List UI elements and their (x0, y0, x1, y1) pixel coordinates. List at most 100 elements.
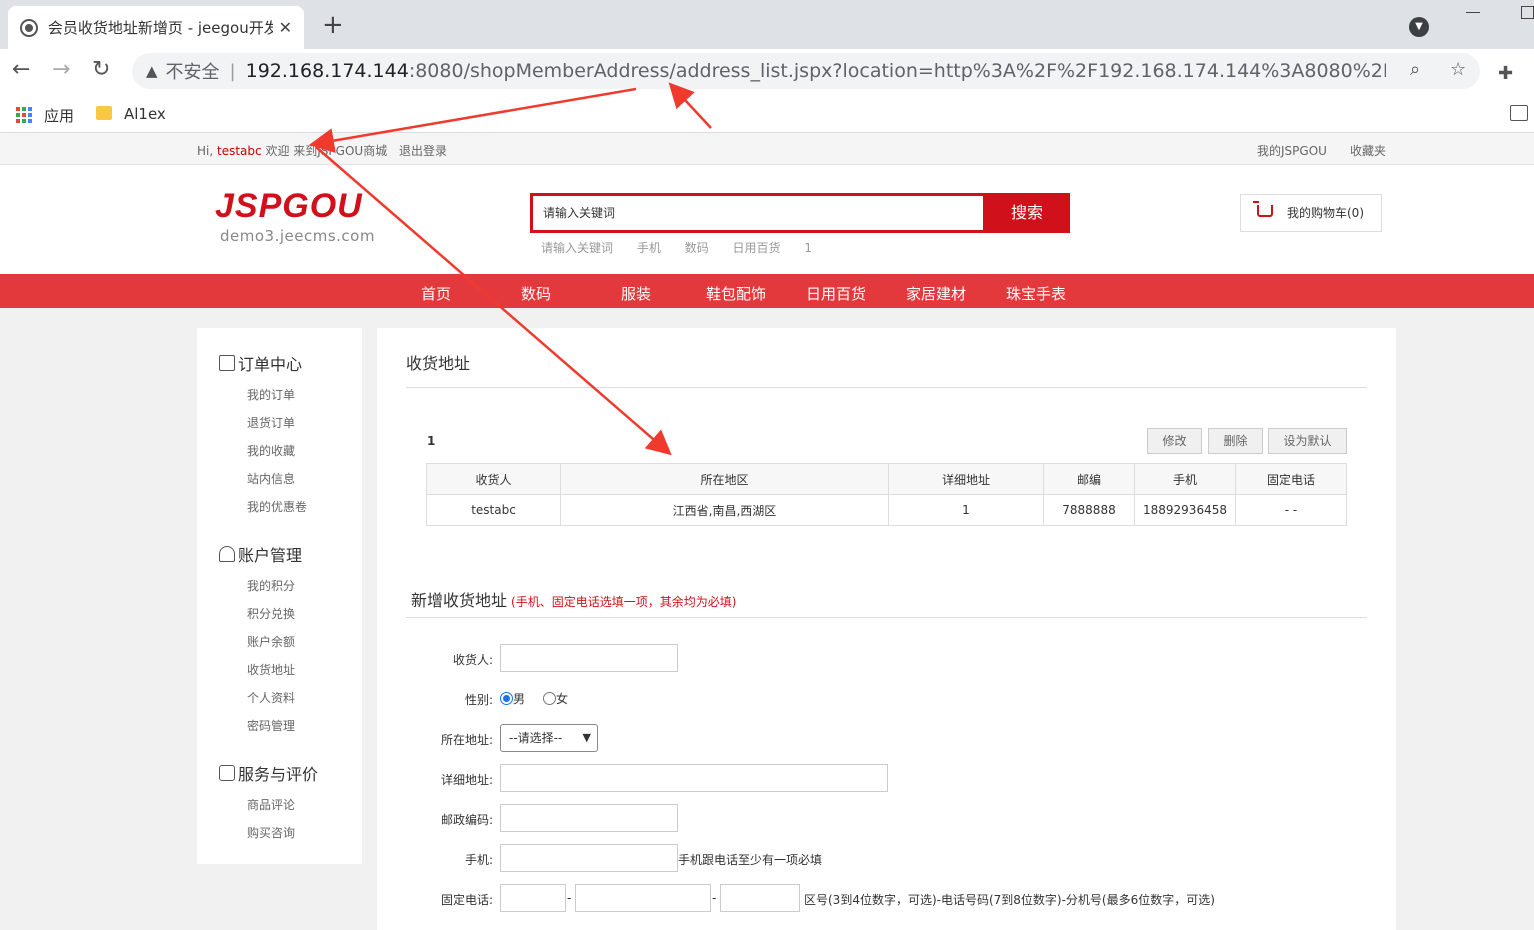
extensions-icon[interactable]: ✚ (1498, 63, 1513, 84)
table-cell: testabc (426, 494, 561, 526)
search-button[interactable]: 搜索 (984, 193, 1070, 233)
maximize-icon[interactable] (1521, 6, 1534, 19)
radio-icon[interactable] (543, 692, 556, 705)
gender-male-option[interactable]: 男 (500, 690, 525, 707)
detail-address-input[interactable] (500, 764, 888, 792)
back-icon[interactable]: ← (12, 57, 30, 83)
receiver-input[interactable] (500, 644, 678, 672)
sidebar-group-orders: 订单中心 (219, 351, 302, 375)
table-cell: 7888888 (1043, 494, 1135, 526)
new-address-title: 新增收货地址 (手机、固定电话选填一项，其余均为必填) (411, 587, 736, 611)
phone-dash: - (567, 891, 572, 905)
hot-word[interactable]: 日用百货 (733, 241, 781, 255)
hot-word[interactable]: 数码 (685, 241, 709, 255)
forward-icon[interactable]: → (52, 57, 70, 83)
page-title: 收货地址 (406, 354, 471, 373)
site-domain: demo3.jeecms.com (220, 227, 375, 245)
omnibox[interactable]: ▲ 不安全 | 192.168.174.144:8080/shopMemberA… (132, 53, 1480, 89)
sidebar-item-coupons[interactable]: 我的优惠卷 (247, 498, 307, 515)
main-nav: 首页 数码 服装 鞋包配饰 日用百货 家居建材 珠宝手表 (0, 274, 1534, 308)
column-header: 收货人 (426, 463, 561, 495)
site-header: JSPGOU demo3.jeecms.com 请输入关键词 搜索 请输入关键词… (0, 165, 1534, 274)
sidebar-item-points[interactable]: 我的积分 (247, 577, 295, 594)
hot-word[interactable]: 请输入关键词 (541, 241, 613, 255)
set-default-button[interactable]: 设为默认 (1268, 428, 1347, 454)
cart-button[interactable]: 我的购物车(0) (1240, 194, 1382, 232)
url-text[interactable]: 192.168.174.144:8080/shopMemberAddress/a… (246, 60, 1386, 82)
address-content: 收货地址 1 修改 删除 设为默认 收货人 所在地区 详细地址 邮编 手机 固定… (377, 328, 1396, 930)
sidebar-item-my-orders[interactable]: 我的订单 (247, 386, 295, 403)
logout-link[interactable]: 退出登录 (399, 142, 447, 159)
sidebar-item-favorites[interactable]: 我的收藏 (247, 442, 295, 459)
hot-word[interactable]: 手机 (637, 241, 661, 255)
order-icon (219, 355, 235, 371)
phone-number-input[interactable] (575, 884, 711, 912)
my-account-link[interactable]: 我的JSPGOU (1257, 142, 1327, 159)
star-icon[interactable]: ☆ (1450, 59, 1466, 80)
chevron-down-icon: ▼ (582, 731, 591, 744)
table-row[interactable]: testabc 江西省,南昌,西湖区 1 7888888 18892936458… (426, 494, 1347, 526)
apps-icon[interactable] (16, 107, 32, 123)
insecure-label[interactable]: 不安全 (166, 58, 220, 84)
reload-icon[interactable]: ↻ (92, 57, 110, 83)
delete-button[interactable]: 删除 (1208, 428, 1263, 454)
nav-item-jewelry[interactable]: 珠宝手表 (1006, 283, 1066, 304)
browser-tab[interactable]: 会员收货地址新增页 - jeegou开发 ✕ (8, 6, 304, 49)
minimize-icon[interactable] (1466, 12, 1480, 13)
favorites-link[interactable]: 收藏夹 (1350, 142, 1386, 159)
sidebar-item-balance[interactable]: 账户余额 (247, 633, 295, 650)
sidebar-item-inquiries[interactable]: 购买咨询 (247, 824, 295, 841)
edit-button[interactable]: 修改 (1147, 428, 1202, 454)
zip-label: 邮政编码: (440, 813, 493, 827)
nav-item-clothing[interactable]: 服装 (621, 283, 651, 304)
zoom-icon[interactable]: ⌕ (1410, 59, 1420, 80)
tab-search-icon[interactable]: ▼ (1409, 17, 1429, 37)
warning-icon[interactable]: ▲ (146, 62, 158, 80)
gender-label: 性别: (464, 693, 493, 707)
new-address-heading: 新增收货地址 (411, 591, 508, 610)
member-sidebar: 订单中心 我的订单 退货订单 我的收藏 站内信息 我的优惠卷 账户管理 我的积分… (197, 328, 362, 864)
sidebar-item-returns[interactable]: 退货订单 (247, 414, 295, 431)
radio-checked-icon[interactable] (500, 692, 513, 705)
region-select[interactable]: --请选择-- ▼ (500, 724, 598, 752)
sidebar-item-messages[interactable]: 站内信息 (247, 470, 295, 487)
sidebar-item-profile[interactable]: 个人资料 (247, 689, 295, 706)
close-icon[interactable]: ✕ (279, 18, 292, 37)
cart-icon (1253, 201, 1273, 217)
extension-input[interactable] (720, 884, 800, 912)
divider (406, 617, 1367, 618)
sidebar-item-points-exchange[interactable]: 积分兑换 (247, 605, 295, 622)
new-address-hint: (手机、固定电话选填一项，其余均为必填) (511, 595, 737, 609)
table-cell: 江西省,南昌,西湖区 (560, 494, 889, 526)
browser-tab-bar: 会员收货地址新增页 - jeegou开发 ✕ + ▼ (0, 0, 1534, 49)
bookmark-al1ex[interactable]: Al1ex (124, 105, 166, 123)
tab-title: 会员收货地址新增页 - jeegou开发 (47, 19, 273, 37)
sidebar-item-reviews[interactable]: 商品评论 (247, 796, 295, 813)
receiver-label: 收货人: (452, 653, 493, 667)
sidebar-item-addresses[interactable]: 收货地址 (247, 661, 295, 678)
nav-item-home-building[interactable]: 家居建材 (906, 283, 966, 304)
bookmark-apps[interactable]: 应用 (44, 105, 74, 126)
username-link[interactable]: testabc (217, 144, 262, 158)
search-input[interactable]: 请输入关键词 (530, 193, 986, 233)
phone-label: 固定电话: (440, 893, 493, 907)
zip-input[interactable] (500, 804, 678, 832)
hot-word[interactable]: 1 (804, 241, 812, 255)
nav-item-bags[interactable]: 鞋包配饰 (706, 283, 766, 304)
area-code-input[interactable] (500, 884, 566, 912)
url-host: 192.168.174.144 (245, 60, 409, 82)
nav-item-daily[interactable]: 日用百货 (806, 283, 866, 304)
sidebar-item-password[interactable]: 密码管理 (247, 717, 295, 734)
new-tab-button[interactable]: + (322, 12, 344, 38)
nav-item-digital[interactable]: 数码 (521, 283, 551, 304)
region-select-value: --请选择-- (509, 731, 563, 745)
table-cell: 1 (888, 494, 1044, 526)
nav-item-home[interactable]: 首页 (421, 283, 451, 304)
site-top-strip: Hi, testabc 欢迎 来到JSPGOU商城 退出登录 我的JSPGOU … (0, 133, 1534, 165)
gender-female-option[interactable]: 女 (543, 690, 568, 707)
mobile-input[interactable] (500, 844, 678, 872)
site-logo[interactable]: JSPGOU (215, 187, 363, 226)
folder-icon (96, 106, 112, 120)
column-header: 手机 (1134, 463, 1236, 495)
reading-list-icon[interactable] (1510, 105, 1528, 121)
